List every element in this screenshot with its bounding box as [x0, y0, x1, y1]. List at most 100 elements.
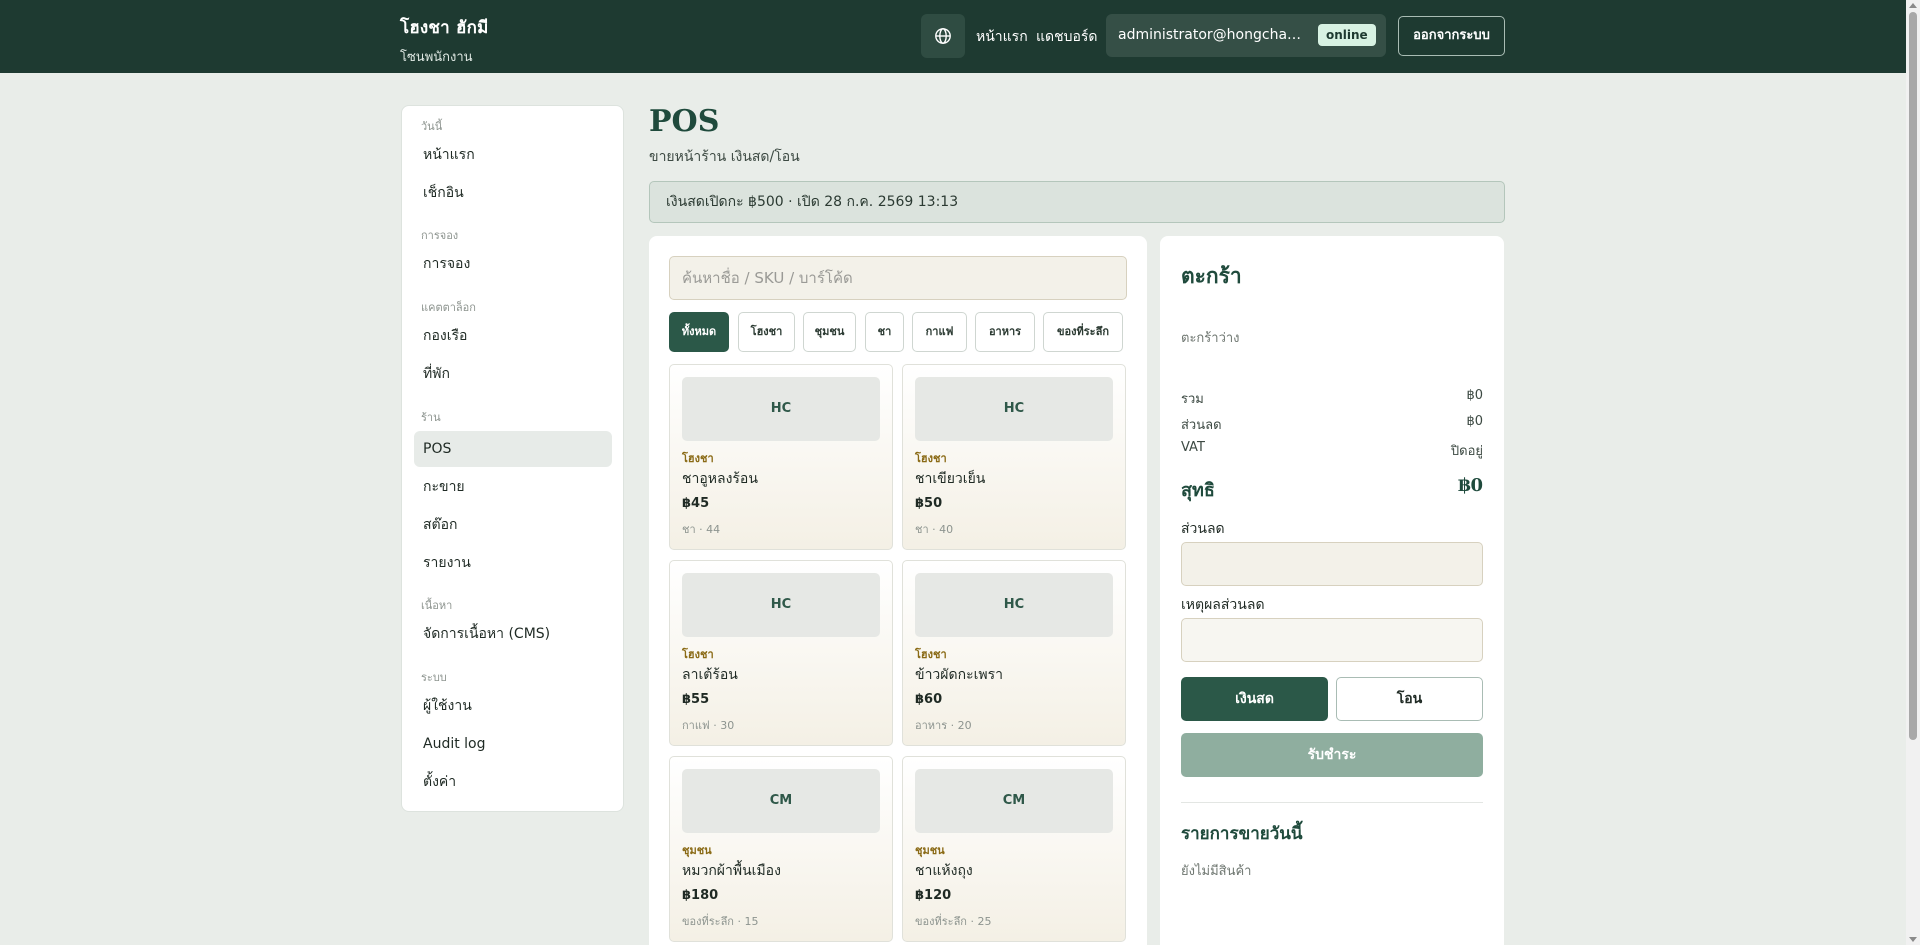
product-thumbnail: CM — [682, 769, 880, 833]
cash-payment-button[interactable]: เงินสด — [1181, 677, 1328, 721]
divider — [1181, 802, 1483, 803]
product-price: ฿45 — [682, 496, 710, 511]
page-title: POS — [649, 104, 720, 139]
todays-sales-empty-message: ยังไม่มีสินค้า — [1181, 864, 1252, 879]
sidebar-item-fleet[interactable]: กองเรือ — [414, 318, 612, 354]
product-search-input[interactable] — [669, 256, 1127, 300]
product-name: ชาแห้งถุง — [915, 863, 973, 879]
product-price: ฿55 — [682, 692, 710, 707]
filter-all[interactable]: ทั้งหมด — [669, 312, 729, 352]
vat-row: VAT ปิดอยู่ — [1181, 440, 1483, 459]
sidebar-item-pos[interactable]: POS — [414, 431, 612, 467]
filter-hongcha[interactable]: โฮงชา — [738, 312, 795, 352]
brand[interactable]: โฮงชา ฮักมี โซนพนักงาน — [400, 14, 489, 67]
sidebar-item-cms[interactable]: จัดการเนื้อหา (CMS) — [414, 616, 612, 652]
cart-title: ตะกร้า — [1181, 263, 1242, 288]
product-meta: ของที่ระลึก · 25 — [915, 915, 992, 928]
sidebar: วันนี้ หน้าแรก เช็กอิน การจอง การจอง แคต… — [401, 105, 624, 812]
filter-food[interactable]: อาหาร — [975, 312, 1035, 352]
sidebar-item-settings[interactable]: ตั้งค่า — [414, 764, 612, 800]
product-category: ชุมชน — [682, 844, 712, 857]
product-thumbnail: HC — [682, 573, 880, 637]
transfer-payment-button[interactable]: โอน — [1336, 677, 1483, 721]
net-total-label: สุทธิ — [1181, 480, 1215, 501]
sidebar-item-shifts[interactable]: กะขาย — [414, 469, 612, 505]
filter-community[interactable]: ชุมชน — [803, 312, 856, 352]
product-category: โฮงชา — [682, 648, 714, 661]
discount-reason-input[interactable] — [1181, 618, 1483, 662]
product-meta: กาแฟ · 30 — [682, 719, 735, 732]
product-name: ลาเต้ร้อน — [682, 667, 738, 683]
cart-empty-message: ตะกร้าว่าง — [1181, 331, 1240, 346]
sidebar-item-stock[interactable]: สต๊อก — [414, 507, 612, 543]
sidebar-item-users[interactable]: ผู้ใช้งาน — [414, 688, 612, 724]
product-meta: อาหาร · 20 — [915, 719, 972, 732]
product-meta: ชา · 44 — [682, 523, 721, 536]
top-bar: โฮงชา ฮักมี โซนพนักงาน หน้าแรก แดชบอร์ด … — [0, 0, 1906, 73]
nav-home-link[interactable]: หน้าแรก — [976, 26, 1028, 48]
net-total-value: ฿0 — [1457, 475, 1483, 496]
status-badge: online — [1318, 24, 1376, 46]
sidebar-section-booking: การจอง — [421, 229, 459, 242]
scrollbar-thumb[interactable] — [1909, 12, 1917, 740]
filter-tea[interactable]: ชา — [865, 312, 904, 352]
product-card[interactable]: HC โฮงชา ลาเต้ร้อน ฿55 กาแฟ · 30 — [669, 560, 893, 746]
discount-value: ฿0 — [1466, 414, 1483, 429]
filter-coffee[interactable]: กาแฟ — [912, 312, 967, 352]
subtotal-value: ฿0 — [1466, 388, 1483, 403]
sidebar-section-today: วันนี้ — [421, 120, 443, 133]
product-card[interactable]: HC โฮงชา ชาเขียวเย็น ฿50 ชา · 40 — [902, 364, 1126, 550]
product-thumbnail: CM — [915, 769, 1113, 833]
product-price: ฿60 — [915, 692, 943, 707]
sidebar-section-system: ระบบ — [421, 671, 447, 684]
sidebar-item-home[interactable]: หน้าแรก — [414, 137, 612, 173]
product-meta: ของที่ระลึก · 15 — [682, 915, 759, 928]
products-panel: ทั้งหมด โฮงชา ชุมชน ชา กาแฟ อาหาร ของที่… — [649, 236, 1147, 945]
sidebar-item-checkin[interactable]: เช็กอิน — [414, 175, 612, 211]
user-box[interactable]: administrator@hongchahug... online — [1106, 14, 1386, 57]
product-name: ข้าวผัดกะเพรา — [915, 667, 1003, 683]
product-category: ชุมชน — [915, 844, 945, 857]
product-card[interactable]: HC โฮงชา ข้าวผัดกะเพรา ฿60 อาหาร · 20 — [902, 560, 1126, 746]
discount-input[interactable] — [1181, 542, 1483, 586]
vat-label: VAT — [1181, 440, 1205, 455]
user-email: administrator@hongchahug... — [1118, 27, 1308, 43]
product-category: โฮงชา — [682, 452, 714, 465]
checkout-button[interactable]: รับชำระ — [1181, 733, 1483, 777]
sidebar-item-lodging[interactable]: ที่พัก — [414, 356, 612, 392]
filter-souvenir[interactable]: ของที่ระลึก — [1043, 312, 1123, 352]
product-meta: ชา · 40 — [915, 523, 954, 536]
product-name: หมวกผ้าพื้นเมือง — [682, 863, 781, 879]
sidebar-section-catalog: แคตตาล็อก — [421, 301, 476, 314]
product-card[interactable]: CM ชุมชน ชาแห้งถุง ฿120 ของที่ระลึก · 25 — [902, 756, 1126, 942]
nav-dashboard-link[interactable]: แดชบอร์ด — [1036, 26, 1098, 48]
discount-reason-label: เหตุผลส่วนลด — [1181, 597, 1265, 613]
product-thumbnail: HC — [915, 573, 1113, 637]
sidebar-section-shop: ร้าน — [421, 411, 441, 424]
product-card[interactable]: HC โฮงชา ชาอูหลงร้อน ฿45 ชา · 44 — [669, 364, 893, 550]
sidebar-item-audit-log[interactable]: Audit log — [414, 726, 612, 762]
scroll-up-arrow-icon[interactable] — [1909, 3, 1917, 8]
sidebar-item-booking[interactable]: การจอง — [414, 246, 612, 282]
product-name: ชาเขียวเย็น — [915, 471, 986, 487]
sidebar-item-reports[interactable]: รายงาน — [414, 545, 612, 581]
logout-button[interactable]: ออกจากระบบ — [1398, 16, 1505, 56]
product-thumbnail: HC — [915, 377, 1113, 441]
discount-row: ส่วนลด ฿0 — [1181, 414, 1483, 435]
cash-shift-banner: เงินสดเปิดกะ ฿500 · เปิด 28 ก.ค. 2569 13… — [649, 181, 1505, 223]
product-card[interactable]: CM ชุมชน หมวกผ้าพื้นเมือง ฿180 ของที่ระล… — [669, 756, 893, 942]
page-scrollbar[interactable] — [1906, 0, 1920, 945]
product-price: ฿50 — [915, 496, 943, 511]
language-button[interactable] — [921, 14, 965, 58]
todays-sales-title: รายการขายวันนี้ — [1181, 824, 1303, 844]
cart-panel: ตะกร้า ตะกร้าว่าง รวม ฿0 ส่วนลด ฿0 VAT ป… — [1160, 236, 1504, 945]
product-thumbnail: HC — [682, 377, 880, 441]
product-category: โฮงชา — [915, 452, 947, 465]
subtotal-label: รวม — [1181, 392, 1204, 407]
vat-value: ปิดอยู่ — [1450, 444, 1483, 459]
subtotal-row: รวม ฿0 — [1181, 388, 1483, 409]
globe-icon — [935, 28, 951, 44]
product-category: โฮงชา — [915, 648, 947, 661]
scroll-down-arrow-icon[interactable] — [1909, 937, 1917, 942]
page-subtitle: ขายหน้าร้าน เงินสด/โอน — [649, 149, 800, 165]
